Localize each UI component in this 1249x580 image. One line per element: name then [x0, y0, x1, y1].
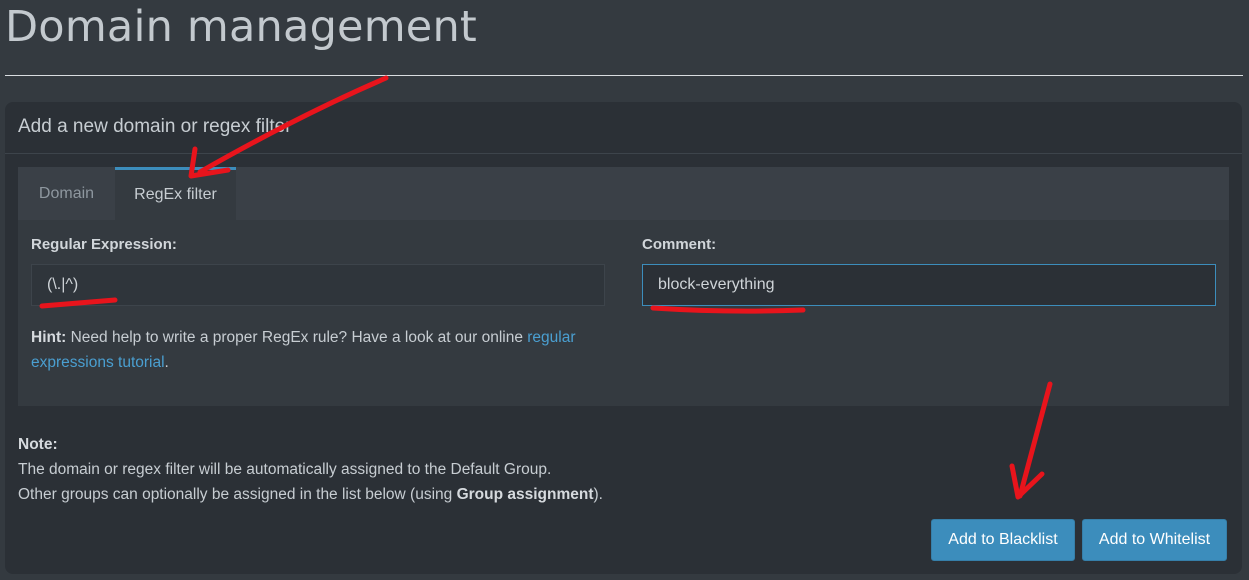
title-divider: [5, 75, 1243, 76]
add-to-whitelist-button[interactable]: Add to Whitelist: [1082, 519, 1227, 561]
note-group-assignment: Group assignment: [456, 486, 594, 503]
hint-text: Need help to write a proper RegEx rule? …: [66, 329, 528, 346]
regex-input[interactable]: [31, 264, 605, 306]
page-title: Domain management: [5, 2, 477, 52]
filter-tabs-panel: Domain RegEx filter Regular Expression: …: [18, 167, 1229, 406]
tab-domain[interactable]: Domain: [18, 167, 115, 220]
regex-label: Regular Expression:: [31, 236, 177, 253]
domain-management-page: Domain management Add a new domain or re…: [0, 0, 1249, 580]
assignment-note: Note: The domain or regex filter will be…: [18, 432, 718, 507]
hint-label: Hint:: [31, 329, 67, 346]
comment-input[interactable]: [642, 264, 1216, 306]
add-filter-box: Add a new domain or regex filter Domain …: [5, 102, 1242, 574]
tab-strip: Domain RegEx filter: [18, 167, 1229, 220]
note-line-2-start: Other groups can optionally be assigned …: [18, 486, 457, 503]
note-label: Note:: [18, 436, 58, 453]
note-line-2-end: ).: [593, 486, 603, 503]
comment-label: Comment:: [642, 236, 717, 253]
box-header: Add a new domain or regex filter: [5, 102, 1242, 154]
tab-regex-filter[interactable]: RegEx filter: [115, 167, 236, 220]
hint-end: .: [164, 354, 169, 371]
add-to-blacklist-button[interactable]: Add to Blacklist: [931, 519, 1075, 561]
note-line-1: The domain or regex filter will be autom…: [18, 461, 552, 478]
regex-hint: Hint: Need help to write a proper RegEx …: [31, 325, 621, 375]
